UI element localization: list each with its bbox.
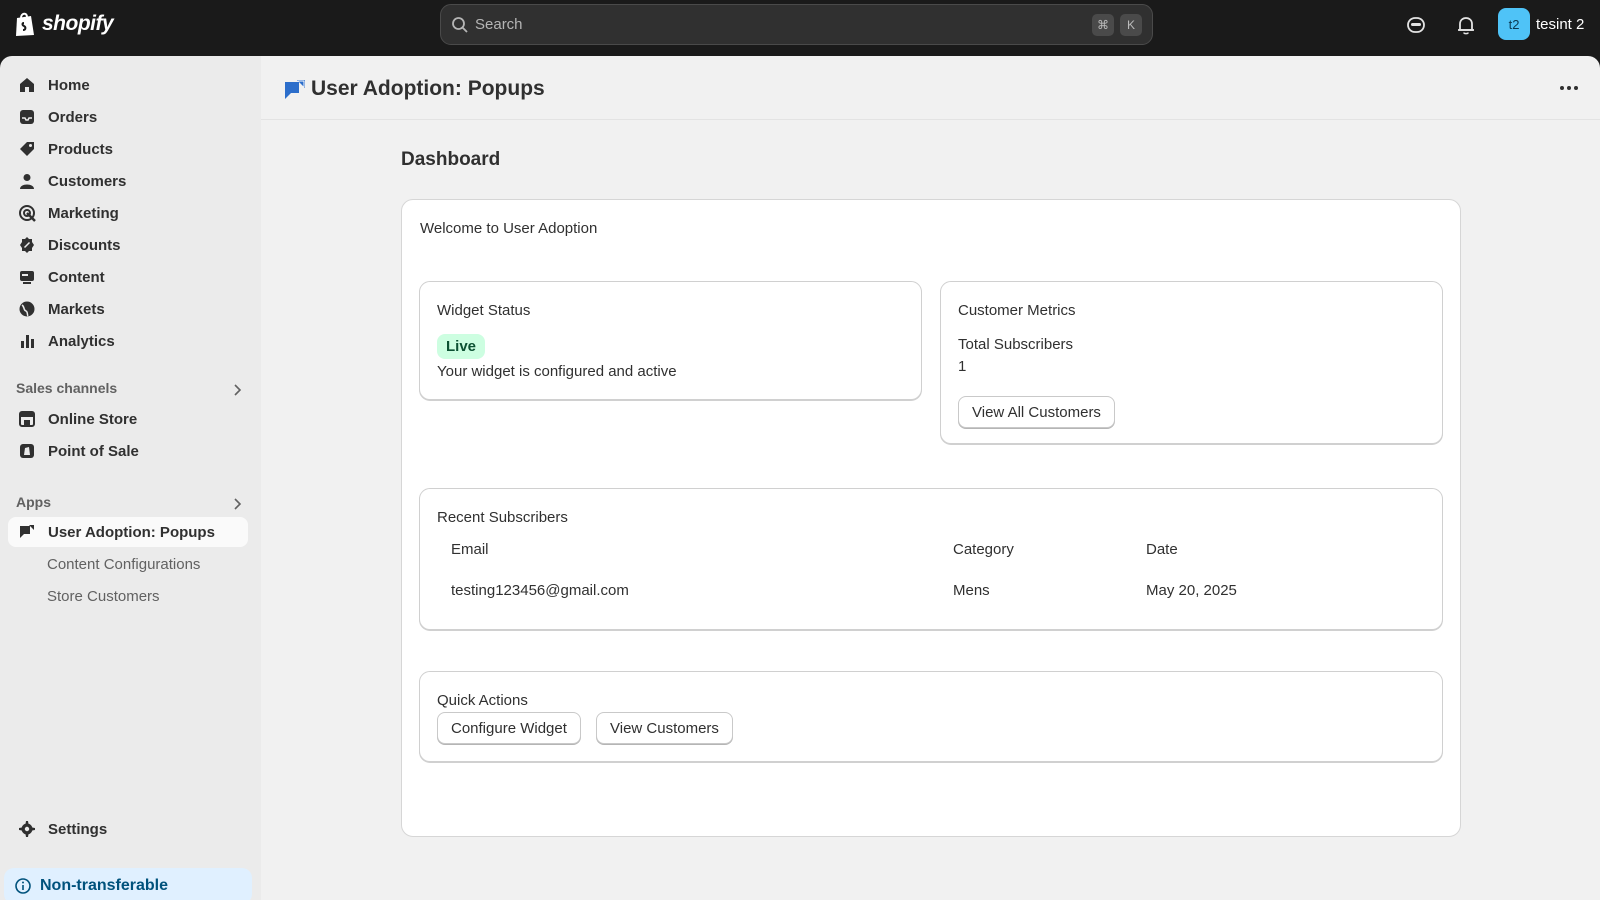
quick-actions-title: Quick Actions — [437, 692, 528, 709]
top-bar: shopify Search ⌘ K t2 tesint 2 — [0, 0, 1600, 56]
total-subscribers-value: 1 — [958, 358, 967, 375]
bar-chart-icon — [21, 335, 34, 348]
page-title: User Adoption: Popups — [311, 77, 545, 100]
view-customers-button[interactable]: View Customers — [596, 712, 733, 744]
column-header-email: Email — [451, 541, 489, 558]
discount-icon — [20, 237, 34, 253]
configure-widget-button[interactable]: Configure Widget — [437, 712, 581, 744]
column-header-category: Category — [953, 541, 1014, 558]
widget-status-title: Widget Status — [437, 302, 531, 319]
customer-metrics-title: Customer Metrics — [958, 302, 1076, 319]
person-icon — [20, 174, 34, 189]
customer-metrics-card: Customer Metrics Total Subscribers 1 Vie… — [940, 281, 1443, 444]
sidekick-icon[interactable] — [1405, 14, 1429, 38]
sidebar-item-online-store[interactable]: Online Store — [8, 404, 248, 434]
home-icon — [20, 78, 34, 92]
search-input[interactable]: Search — [475, 16, 1086, 33]
sidebar-item-orders[interactable]: Orders — [8, 102, 248, 132]
dot-icon — [1560, 86, 1564, 90]
sidebar-item-home[interactable]: Home — [8, 70, 248, 100]
shopify-logo[interactable]: shopify — [14, 11, 114, 37]
total-subscribers-label: Total Subscribers — [958, 336, 1074, 353]
dashboard-card: Welcome to User Adoption Widget Status L… — [401, 199, 1461, 837]
non-transferable-banner[interactable]: Non-transferable — [4, 868, 252, 900]
sidebar-subitem-store-customers[interactable]: Store Customers — [47, 588, 160, 605]
gear-icon — [19, 821, 35, 837]
sales-channels-heading: Sales channels — [16, 380, 118, 396]
sidebar-item-discounts[interactable]: Discounts — [8, 230, 248, 260]
kbd-k: K — [1120, 13, 1142, 36]
status-badge: Live — [437, 334, 486, 359]
dot-icon — [1574, 86, 1578, 90]
recent-subscribers-card: Recent Subscribers Email Category Date t… — [419, 488, 1443, 630]
cell-date: May 20, 2025 — [1146, 582, 1237, 599]
search-bar[interactable]: Search ⌘ K — [440, 4, 1153, 45]
sidebar-item-content[interactable]: Content — [8, 262, 248, 292]
content-icon — [20, 271, 34, 284]
page-header: User Adoption: Popups — [261, 56, 1600, 120]
tag-icon — [20, 142, 34, 156]
apps-heading: Apps — [16, 494, 51, 510]
dot-icon — [1567, 86, 1571, 90]
cell-email: testing123456@gmail.com — [451, 582, 629, 599]
more-actions-button[interactable] — [1556, 78, 1582, 98]
sidebar-item-customers[interactable]: Customers — [8, 166, 248, 196]
popup-app-icon — [20, 525, 34, 538]
dashboard-title: Dashboard — [401, 149, 501, 170]
inbox-icon — [20, 110, 34, 124]
target-icon — [19, 205, 36, 222]
sidebar-subitem-content-configurations[interactable]: Content Configurations — [47, 556, 200, 573]
chevron-right-icon[interactable] — [230, 383, 244, 397]
brand-name: shopify — [42, 12, 114, 35]
avatar: t2 — [1498, 8, 1530, 40]
sidebar: Home Orders Products Customers Marketing… — [0, 56, 261, 900]
chevron-right-icon[interactable] — [230, 497, 244, 511]
sidebar-item-marketing[interactable]: Marketing — [8, 198, 248, 228]
store-menu[interactable]: t2 tesint 2 — [1498, 8, 1584, 40]
sidebar-item-analytics[interactable]: Analytics — [8, 326, 248, 356]
sidebar-item-products[interactable]: Products — [8, 134, 248, 164]
view-all-customers-button[interactable]: View All Customers — [958, 396, 1115, 428]
shopify-bag-icon — [16, 12, 34, 36]
recent-subscribers-title: Recent Subscribers — [437, 509, 568, 526]
info-icon — [15, 878, 31, 894]
widget-status-description: Your widget is configured and active — [437, 363, 677, 380]
globe-icon — [19, 301, 35, 317]
quick-actions-card: Quick Actions Configure Widget View Cust… — [419, 671, 1443, 762]
pos-icon — [20, 444, 34, 458]
bell-icon[interactable] — [1455, 14, 1479, 38]
kbd-cmd: ⌘ — [1092, 13, 1114, 36]
sidebar-item-point-of-sale[interactable]: Point of Sale — [8, 436, 248, 466]
cell-category: Mens — [953, 582, 990, 599]
column-header-date: Date — [1146, 541, 1178, 558]
search-icon — [452, 16, 468, 33]
main-content: User Adoption: Popups Dashboard Welcome … — [261, 56, 1600, 900]
welcome-text: Welcome to User Adoption — [420, 220, 598, 237]
sidebar-item-user-adoption[interactable]: User Adoption: Popups — [8, 517, 248, 547]
store-icon — [19, 411, 35, 427]
sidebar-item-settings[interactable]: Settings — [8, 814, 248, 844]
store-name: tesint 2 — [1536, 15, 1585, 33]
sidebar-item-markets[interactable]: Markets — [8, 294, 248, 324]
widget-status-card: Widget Status Live Your widget is config… — [419, 281, 922, 400]
popup-app-icon — [285, 80, 305, 99]
